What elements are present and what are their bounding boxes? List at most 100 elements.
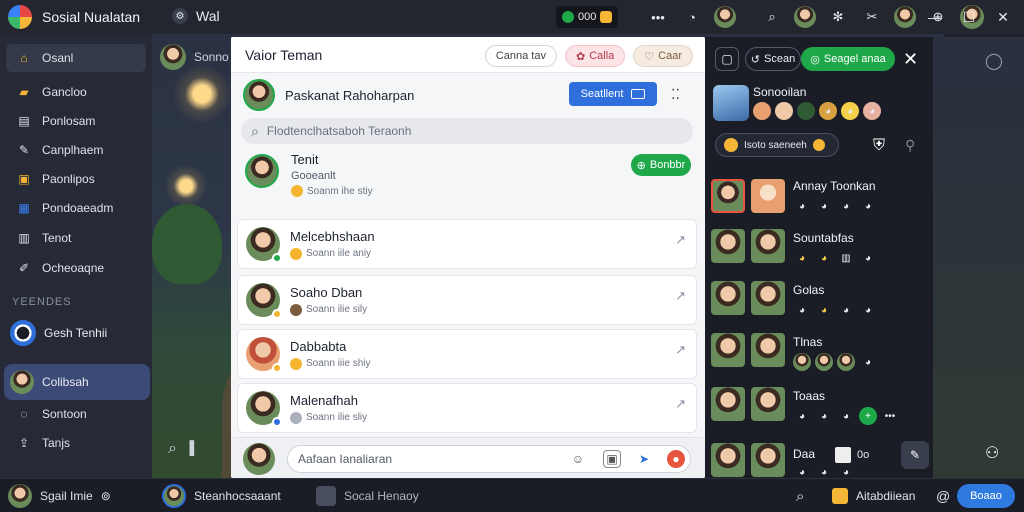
open-profile-icon[interactable]: ↗ bbox=[675, 342, 686, 358]
friend-card[interactable]: Malenafhah Soann ilie sliy ↗ bbox=[237, 383, 697, 433]
sidebar-item-label: Ocheoaqne bbox=[42, 261, 105, 275]
sidebar-item-calendar[interactable]: ▦ Pondoaeadm bbox=[6, 194, 146, 222]
gem-icon bbox=[562, 11, 574, 23]
game-tools: ⌕ ▐ bbox=[168, 440, 194, 458]
avatar bbox=[797, 102, 815, 120]
record-icon[interactable]: ● bbox=[667, 450, 685, 468]
settings-icon[interactable]: ✻ bbox=[826, 5, 850, 29]
right-strip: ◯ ⚇ bbox=[933, 37, 1024, 478]
news-icon: ▥ bbox=[18, 231, 30, 245]
minimize-button[interactable]: — bbox=[920, 4, 950, 30]
player-row[interactable]: Annay Toonkan ◕ ◕ ◕ ◕ bbox=[711, 177, 931, 221]
clock-icon[interactable]: ◔ bbox=[680, 5, 704, 29]
bottom-search[interactable]: ⌕ bbox=[796, 484, 804, 508]
search-input[interactable]: ⌕ Flodtenclhatsaboh Teraonh bbox=[241, 118, 693, 144]
coin-icon bbox=[812, 139, 825, 151]
send-icon[interactable]: ➤ bbox=[635, 450, 653, 468]
sidebar-item-document[interactable]: ▤ Ponlosam bbox=[6, 107, 146, 135]
bottom-user[interactable]: Sgail Imie ⊚ bbox=[8, 484, 111, 508]
friend-card[interactable]: Dabbabta Soann iiie shiy ↗ bbox=[237, 329, 697, 379]
avatar-top-2[interactable] bbox=[794, 6, 816, 28]
friend-item[interactable]: Gesh Tenhii bbox=[4, 315, 150, 351]
find-pill[interactable]: Isoto saeneeh bbox=[715, 133, 839, 157]
friend-status: Soann ilie sily bbox=[306, 304, 368, 315]
scan-pill[interactable]: ↺ Scean bbox=[745, 47, 801, 71]
friend-request-row[interactable]: Tenit Gooeanlt Soanm ihe stiy bbox=[239, 150, 697, 206]
primary-action-button[interactable]: Seatllent bbox=[569, 82, 657, 106]
coin-balance[interactable]: 000 bbox=[556, 6, 619, 28]
bar-icon[interactable]: ▐ bbox=[185, 440, 194, 458]
open-profile-icon[interactable]: ↗ bbox=[675, 288, 686, 304]
avatar bbox=[245, 154, 279, 188]
player-name: Toaas bbox=[793, 389, 826, 403]
bottom-item-2[interactable]: Socal Henaoy bbox=[316, 484, 419, 508]
more-icon[interactable]: ••• bbox=[881, 407, 899, 425]
maximize-button[interactable]: ☐ bbox=[954, 4, 984, 30]
chip-canna[interactable]: Canna tav bbox=[484, 45, 557, 67]
friends-modal: Vaior Teman Canna tav ✿ Calla ♡ Caar Pas… bbox=[231, 37, 705, 478]
sidebar-item-news[interactable]: ▥ Tenot bbox=[6, 224, 146, 252]
player-row[interactable]: Sountabfas ◕ ◕ ▥ ◕ bbox=[711, 229, 931, 273]
bottom-action-button[interactable]: Boaao bbox=[957, 484, 1015, 508]
add-icon[interactable]: + bbox=[859, 407, 877, 425]
edit-button[interactable]: ✎ bbox=[901, 441, 929, 469]
sidebar-item-sontoon[interactable]: ◌ Sontoon bbox=[6, 400, 146, 428]
avatar-top-3[interactable] bbox=[894, 6, 916, 28]
pet-icon: ◕ bbox=[863, 102, 881, 120]
search-icon: ⌕ bbox=[796, 487, 805, 505]
sidebar-item-tanjs[interactable]: ⇪ Tanjs bbox=[6, 429, 146, 457]
user-icon[interactable]: ⛨ bbox=[873, 137, 885, 155]
emoji-icon[interactable]: ☺ bbox=[569, 450, 587, 468]
avatar bbox=[711, 333, 745, 367]
sidebar-item-label: Sontoon bbox=[42, 407, 87, 421]
pet-icon: ◕ bbox=[864, 304, 872, 316]
message-icon bbox=[631, 89, 646, 99]
bottom-at[interactable]: @ bbox=[936, 484, 950, 508]
sidebar-item-folder[interactable]: ▰ Gancloo bbox=[6, 78, 146, 106]
chip-caar[interactable]: ♡ Caar bbox=[633, 45, 693, 67]
app-logo-icon bbox=[8, 5, 32, 29]
heart-icon: ♡ bbox=[644, 50, 655, 63]
player-row[interactable]: Golas ◕ ◕ ◕ ◕ bbox=[711, 281, 931, 325]
open-profile-icon[interactable]: ↗ bbox=[675, 232, 686, 248]
find-label: Isoto saeneeh bbox=[744, 139, 807, 151]
green-action-pill[interactable]: ◎ Seagel anaa bbox=[801, 47, 895, 71]
sidebar-item-chat[interactable]: ✎ Canplhaem bbox=[6, 136, 146, 164]
search-icon[interactable]: ⌕ bbox=[760, 5, 784, 29]
share-icon[interactable]: ⚲ bbox=[905, 137, 915, 154]
sidebar-item-bag[interactable]: ▣ Paonlipos bbox=[6, 165, 146, 193]
sidebar-item-home[interactable]: ⌂ Osanl bbox=[6, 44, 146, 72]
status-icon bbox=[290, 411, 302, 424]
sidebar-item-tool[interactable]: ✐ Ocheoaqne bbox=[6, 254, 146, 282]
friend-card[interactable]: Soaho Dban Soann ilie sily ↗ bbox=[237, 275, 697, 325]
player-row[interactable]: Toaas ◕ ◕ ◕ + ••• bbox=[711, 387, 931, 431]
bottom-item-1[interactable]: Steanhocsaaant bbox=[162, 484, 281, 508]
player-row[interactable]: Tlnas ◕ bbox=[711, 333, 931, 377]
friend-card[interactable]: Melcebhshaan Soann iile aniy ↗ bbox=[237, 219, 697, 269]
pet-icon: ◕ bbox=[798, 410, 806, 422]
friend-status: Soann iiie shiy bbox=[306, 358, 371, 369]
bottom-item-label: Aitabdiiean bbox=[856, 489, 916, 503]
close-icon[interactable]: ✕ bbox=[903, 49, 918, 70]
bottom-item-3[interactable]: Aitabdiiean bbox=[832, 484, 915, 508]
flag-counter[interactable]: 0o bbox=[835, 447, 869, 463]
tab-wal[interactable]: ⚙ Wal bbox=[172, 8, 220, 24]
square-icon[interactable]: ▢ bbox=[715, 47, 739, 71]
ring-icon[interactable]: ◯ bbox=[985, 51, 1003, 71]
message-input[interactable]: Aafaan Ianaliaran bbox=[287, 445, 691, 473]
friend-item-selected[interactable]: Colibsah bbox=[4, 364, 150, 400]
profile-avatar[interactable] bbox=[713, 85, 749, 121]
tools-icon[interactable]: ✂ bbox=[860, 5, 884, 29]
avatar bbox=[711, 229, 745, 263]
more-options-icon[interactable]: ⁚⁚ bbox=[671, 86, 680, 103]
image-icon[interactable]: ▣ bbox=[603, 450, 621, 468]
accept-button[interactable]: ⊕ Bonbbr bbox=[631, 154, 691, 176]
open-profile-icon[interactable]: ↗ bbox=[675, 396, 686, 412]
dots-icon[interactable]: ••• bbox=[646, 5, 670, 29]
user-icon[interactable]: ⚇ bbox=[985, 443, 999, 463]
bottom-item-label: Socal Henaoy bbox=[344, 489, 419, 503]
chip-calla[interactable]: ✿ Calla bbox=[564, 45, 626, 67]
avatar-top-1[interactable] bbox=[714, 6, 736, 28]
search-icon[interactable]: ⌕ bbox=[168, 440, 177, 458]
close-button[interactable]: ✕ bbox=[988, 4, 1018, 30]
